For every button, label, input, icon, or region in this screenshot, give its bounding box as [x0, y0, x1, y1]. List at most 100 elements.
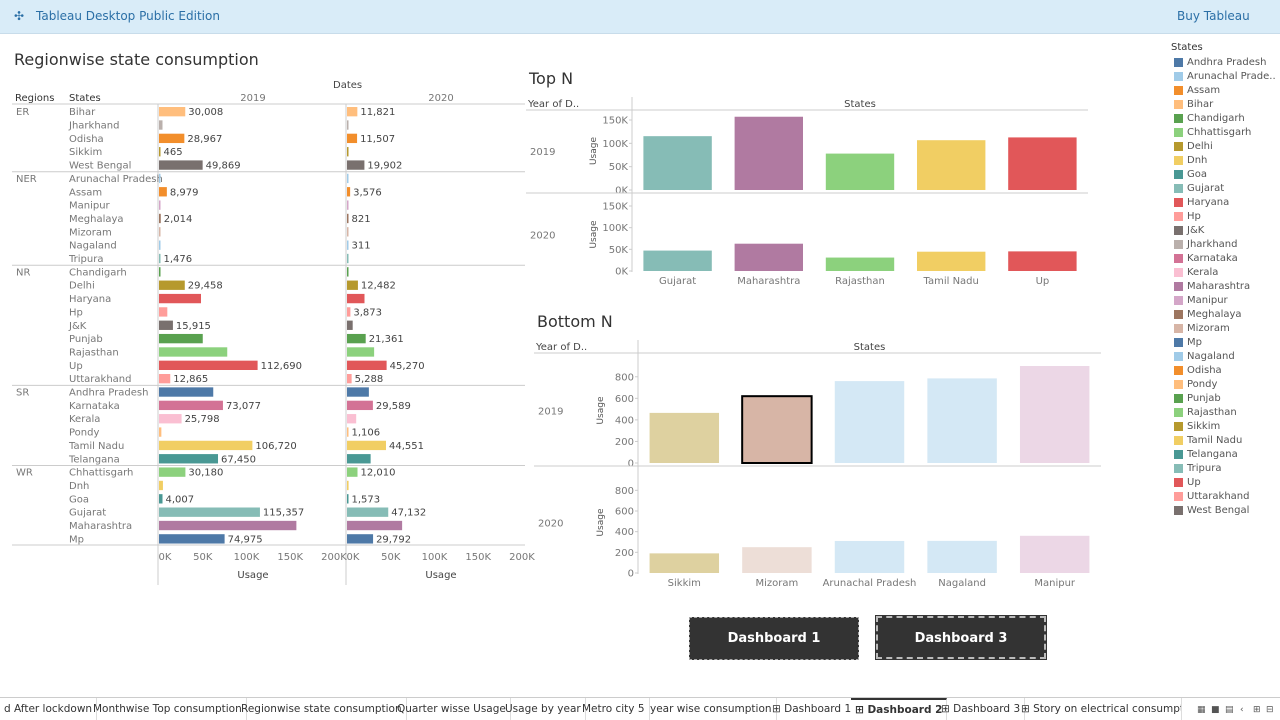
sheet-tab[interactable]: Monthwise Top consumption [89, 698, 247, 720]
usage-bar [159, 227, 161, 237]
sheet-tab[interactable]: Quarter wisse Usage [393, 698, 511, 720]
legend-label: Sikkim [1187, 421, 1221, 432]
legend-item[interactable]: Kerala [1174, 267, 1218, 278]
legend-item[interactable]: Uttarakhand [1174, 491, 1249, 502]
new-dashboard-icon[interactable]: ⊟ [1266, 705, 1274, 715]
data-label: 44,551 [389, 441, 424, 452]
data-label: 465 [164, 147, 183, 158]
legend-swatch [1174, 184, 1183, 193]
state-label: Rajasthan [69, 347, 119, 358]
legend-title: States [1171, 42, 1203, 53]
sheet-tab[interactable]: Metro city 5 [578, 698, 650, 720]
legend-item[interactable]: J&K [1174, 225, 1204, 236]
state-label: Bihar [69, 107, 96, 118]
legend-item[interactable]: Mp [1174, 337, 1202, 348]
sheet-tab[interactable]: year wise consumption [646, 698, 777, 720]
usage-bar [347, 333, 366, 344]
legend-item[interactable]: Maharashtra [1174, 281, 1250, 292]
usage-bar [159, 120, 163, 130]
sheet-tab[interactable]: Regionwise state consumption [237, 698, 407, 720]
legend-item[interactable]: Goa [1174, 169, 1207, 180]
buy-tableau-link[interactable]: Buy Tableau [1177, 9, 1250, 23]
legend-item[interactable]: Haryana [1174, 197, 1229, 208]
legend-item[interactable]: Assam [1174, 85, 1220, 96]
sheet-tab[interactable]: ⊞ Story on electrical consumpti... [1017, 698, 1182, 720]
data-label: 30,180 [188, 468, 223, 479]
legend-item[interactable]: Chandigarh [1174, 113, 1245, 124]
legend-item[interactable]: Tamil Nadu [1174, 435, 1242, 446]
state-label: Uttarakhand [69, 374, 131, 385]
legend-item[interactable]: Andhra Pradesh [1174, 57, 1266, 68]
legend-item[interactable]: Punjab [1174, 393, 1221, 404]
legend-item[interactable]: Jharkhand [1174, 239, 1237, 250]
new-sheet-icon[interactable]: ⊞ [1253, 705, 1261, 715]
legend-label: Dnh [1187, 155, 1208, 166]
legend-item[interactable]: Chhattisgarh [1174, 127, 1251, 138]
legend-item[interactable]: Pondy [1174, 379, 1217, 390]
bottomn-bar [834, 381, 905, 463]
bottomn-y-tick: 600 [615, 394, 634, 405]
dashboard-1-button[interactable]: Dashboard 1 [689, 617, 859, 660]
usage-bar [347, 400, 373, 411]
dashboard-3-button[interactable]: Dashboard 3 [875, 615, 1047, 660]
legend-item[interactable]: Meghalaya [1174, 309, 1242, 320]
legend-label: Delhi [1187, 141, 1213, 152]
bottomn-y-axis-label: Usage [596, 396, 606, 425]
legend-item[interactable]: Odisha [1174, 365, 1222, 376]
list-view-icon[interactable]: ▤ [1225, 705, 1234, 715]
data-label: 3,873 [353, 307, 382, 318]
region-label: NER [16, 174, 37, 185]
legend-item[interactable]: Rajasthan [1174, 407, 1237, 418]
grid-view-icon[interactable]: ▦ [1197, 705, 1206, 715]
legend-item[interactable]: Telangana [1174, 449, 1238, 460]
legend-label: West Bengal [1187, 505, 1250, 516]
x-tick-label: 100K [422, 552, 448, 563]
bottomn-year-label: 2020 [538, 519, 563, 530]
topn-bar [825, 257, 895, 271]
legend-item[interactable]: West Bengal [1174, 505, 1249, 516]
legend-item[interactable]: Nagaland [1174, 351, 1235, 362]
legend-item[interactable]: Sikkim [1174, 421, 1220, 432]
bottomn-title: Bottom N [537, 312, 613, 331]
legend-item[interactable]: Manipur [1174, 295, 1228, 306]
filmstrip-icon[interactable]: ■ [1211, 705, 1220, 715]
sheet-tab[interactable]: ⊞ Dashboard 2 [851, 698, 948, 720]
usage-bar [159, 480, 163, 491]
state-label: Telangana [68, 454, 120, 465]
legend-item[interactable]: Gujarat [1174, 183, 1224, 194]
usage-bar [347, 467, 358, 477]
state-label: Delhi [69, 281, 95, 292]
x-tick-label: 200K [509, 552, 535, 563]
legend-item[interactable]: Arunachal Prade.. [1174, 71, 1276, 82]
data-label: 1,573 [352, 494, 381, 505]
data-label: 29,792 [376, 534, 411, 545]
legend-label: Hp [1187, 211, 1201, 222]
legend-item[interactable]: Up [1174, 477, 1201, 488]
sheet-tab[interactable]: ⊞ Dashboard 3 [937, 698, 1026, 720]
data-label: 11,507 [360, 134, 395, 145]
legend-item[interactable]: Delhi [1174, 141, 1213, 152]
legend-item[interactable]: Bihar [1174, 99, 1213, 110]
legend-item[interactable]: Mizoram [1174, 323, 1230, 334]
sheet-tab[interactable]: Usage by year [501, 698, 586, 720]
legend-swatch [1174, 114, 1183, 123]
legend-item[interactable]: Karnataka [1174, 253, 1238, 264]
legend-swatch [1174, 366, 1183, 375]
legend-swatch [1174, 436, 1183, 445]
tableau-icon: ✣ [14, 9, 25, 23]
data-label: 2,014 [164, 214, 193, 225]
prev-sheet-icon[interactable]: ‹ [1240, 705, 1244, 715]
legend-swatch [1174, 352, 1183, 361]
sheet-tab[interactable]: d After lockdown [0, 698, 98, 720]
data-label: 8,979 [170, 187, 199, 198]
legend-item[interactable]: Tripura [1174, 463, 1221, 474]
topn-category-label: Up [1036, 276, 1050, 287]
data-label: 106,720 [255, 441, 296, 452]
sheet-tab[interactable]: ⊞ Dashboard 1 [768, 698, 857, 720]
usage-bar [347, 267, 349, 277]
legend-item[interactable]: Hp [1174, 211, 1201, 222]
topn-y-axis-label: Usage [589, 220, 599, 249]
x-tick-label: 100K [234, 552, 260, 563]
legend-item[interactable]: Dnh [1174, 155, 1207, 166]
legend-label: Mp [1187, 337, 1202, 348]
